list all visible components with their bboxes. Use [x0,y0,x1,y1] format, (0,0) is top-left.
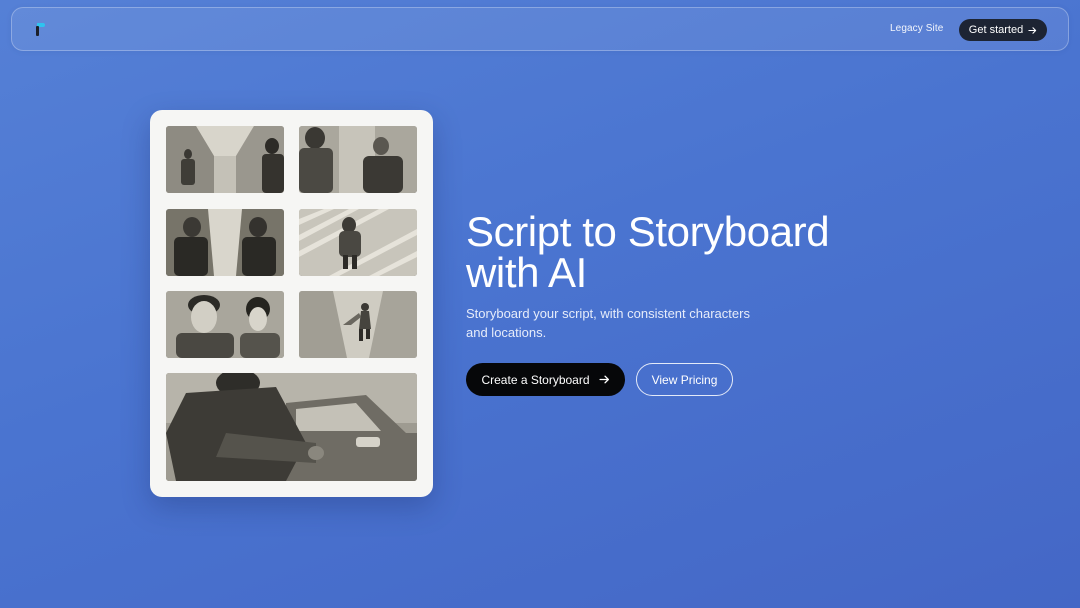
arrow-right-icon [598,375,609,384]
arrow-right-icon [1028,26,1037,34]
view-pricing-label: View Pricing [651,372,718,387]
create-storyboard-button[interactable]: Create a Storyboard [466,363,625,396]
brand-logo-icon[interactable] [34,23,48,39]
hero-subtitle: Storyboard your script, with consistent … [466,306,750,340]
storyboard-panel-running [299,291,417,358]
storyboard-panel-overhead [299,209,417,276]
get-started-label: Get started [968,24,1024,36]
get-started-button[interactable]: Get started [959,19,1047,41]
top-navbar: Legacy Site Get started [11,7,1069,51]
view-pricing-button[interactable]: View Pricing [636,363,733,396]
storyboard-panel-closeup [166,291,284,358]
storyboard-panel-corridor [166,126,284,193]
hero-title: Script to Storyboard with AI [466,208,830,296]
create-storyboard-label: Create a Storyboard [481,372,590,387]
storyboard-panel-hallway [166,209,284,276]
storyboard-panel-car [166,373,417,481]
legacy-site-link[interactable]: Legacy Site [890,23,943,34]
storyboard-panel-street [299,126,417,193]
storyboard-preview-card [150,110,433,497]
